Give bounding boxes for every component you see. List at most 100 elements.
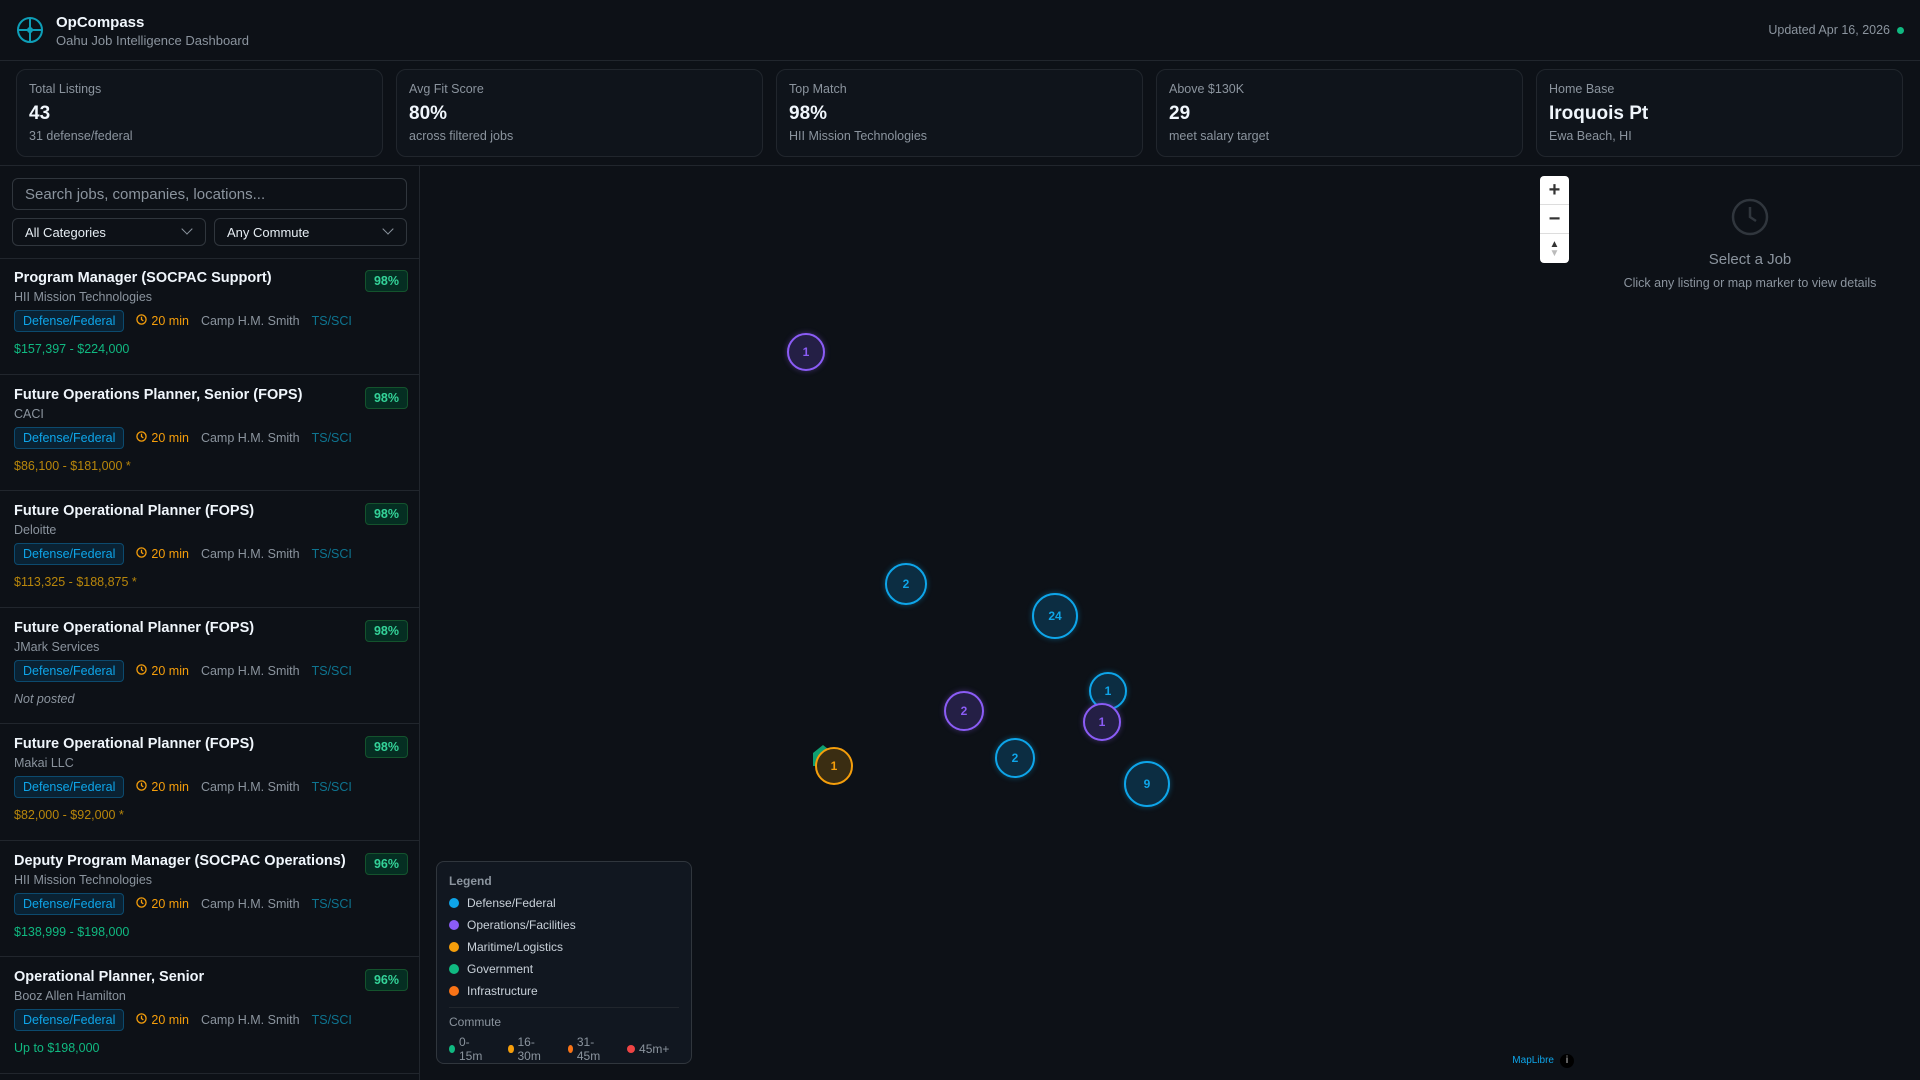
job-title: Deputy Program Manager (SOCPAC Operation… bbox=[14, 852, 346, 869]
commute-select-value: Any Commute bbox=[227, 225, 310, 240]
info-icon[interactable]: i bbox=[1560, 1054, 1574, 1068]
clearance-label: TS/SCI bbox=[311, 663, 352, 678]
legend-label: Maritime/Logistics bbox=[467, 940, 564, 954]
clock-icon bbox=[136, 896, 151, 911]
job-company: JMark Services bbox=[14, 639, 100, 654]
legend-label: Defense/Federal bbox=[467, 896, 556, 910]
job-list-item[interactable]: Future Operations Planner, Senior (FOPS)… bbox=[0, 375, 419, 491]
job-company: HII Mission Technologies bbox=[14, 290, 153, 304]
commute-time: 20 min bbox=[136, 897, 189, 911]
clock-icon bbox=[136, 547, 151, 561]
stat-label: Total Listings bbox=[29, 82, 102, 96]
job-location: Camp H.M. Smith bbox=[200, 1013, 300, 1027]
commute-time: 20 min bbox=[136, 664, 189, 678]
stats-row: Total Listings 43 31 defense/federal Avg F… bbox=[0, 61, 1920, 166]
app-subtitle: Oahu Job Intelligence Dashboard bbox=[56, 33, 249, 48]
job-location: Camp H.M. Smith bbox=[200, 780, 300, 794]
map-cluster-marker[interactable]: 1 bbox=[815, 747, 853, 785]
job-list-item[interactable]: Future Operational Planner (FOPS) Deloit… bbox=[0, 491, 419, 608]
fit-score-badge: 96% bbox=[364, 852, 408, 875]
map-cluster-marker[interactable]: 2 bbox=[944, 691, 984, 731]
map-cluster-marker[interactable]: 1 bbox=[1083, 703, 1121, 741]
zoom-in-button[interactable]: + bbox=[1540, 176, 1569, 205]
job-list-item[interactable]: Program Manager (SOCPAC Support) HII Mis… bbox=[0, 258, 419, 375]
map-zoom-controls: + − ▲ ▼ bbox=[1540, 176, 1569, 263]
legend-item: Operations/Facilities bbox=[449, 914, 679, 936]
job-list-item[interactable]: Future Operational Planner (FOPS) Makai … bbox=[0, 724, 419, 841]
legend-dot bbox=[449, 920, 459, 930]
compass-logo-icon bbox=[17, 17, 43, 43]
clearance-label: TS/SCI bbox=[311, 780, 352, 794]
commute-value: 20 min bbox=[151, 547, 189, 561]
legend-title: Legend bbox=[449, 874, 492, 888]
stat-label: Avg Fit Score bbox=[409, 82, 484, 96]
map-cluster-marker[interactable]: 2 bbox=[995, 738, 1035, 778]
legend-label: 16-30m bbox=[517, 1035, 541, 1063]
chevron-down-icon bbox=[181, 223, 193, 235]
commute-value: 20 min bbox=[151, 430, 189, 445]
job-location: Camp H.M. Smith bbox=[200, 547, 300, 561]
maplibre-attribution-link[interactable]: MapLibre bbox=[1512, 1055, 1554, 1066]
salary-range: $138,999 - $198,000 bbox=[14, 924, 130, 939]
fit-score-badge: 98% bbox=[364, 736, 408, 758]
clearance-label: TS/SCI bbox=[311, 896, 352, 911]
salary-range: Not posted bbox=[14, 691, 75, 706]
job-list-item[interactable]: Future Operational Planner (FOPS) JMark … bbox=[0, 608, 419, 724]
job-list-panel: Search jobs, companies, locations... All… bbox=[0, 166, 420, 1080]
job-company: Booz Allen Hamilton bbox=[14, 989, 126, 1003]
map-legend: Legend Defense/Federal Operations/Facilit… bbox=[436, 861, 692, 1064]
map-cluster-marker[interactable]: 9 bbox=[1124, 761, 1170, 807]
job-list-item[interactable]: Operational Planner, Senior Booz Allen H… bbox=[0, 957, 419, 1074]
job-location: Camp H.M. Smith bbox=[200, 896, 300, 911]
job-title: Future Operational Planner (FOPS) bbox=[14, 503, 255, 519]
clearance-label: TS/SCI bbox=[311, 314, 352, 328]
commute-legend-item: 45m+ bbox=[627, 1035, 681, 1063]
search-input[interactable]: Search jobs, companies, locations... bbox=[12, 178, 407, 210]
job-title: Future Operations Planner, Senior (FOPS) bbox=[14, 386, 303, 403]
map-cluster-marker[interactable]: 1 bbox=[787, 333, 825, 371]
compass-reset-button[interactable]: ▲ ▼ bbox=[1540, 234, 1569, 263]
commute-legend-item: 0-15m bbox=[449, 1035, 496, 1063]
job-company: CACI bbox=[14, 406, 44, 421]
map-cluster-marker[interactable]: 24 bbox=[1032, 593, 1078, 639]
header: OpCompass Oahu Job Intelligence Dashboar… bbox=[0, 0, 1920, 61]
commute-select[interactable]: Any Commute bbox=[214, 218, 407, 246]
map-cluster-marker[interactable]: 2 bbox=[885, 563, 927, 605]
clock-icon bbox=[136, 430, 151, 445]
legend-label: 45m+ bbox=[639, 1042, 670, 1056]
legend-item: Infrastructure bbox=[449, 980, 679, 1002]
divider bbox=[449, 1007, 679, 1008]
category-select[interactable]: All Categories bbox=[12, 218, 206, 246]
job-location: Camp H.M. Smith bbox=[200, 430, 300, 445]
updated-timestamp: Updated Apr 16, 2026 bbox=[1768, 23, 1890, 37]
legend-dot bbox=[627, 1045, 636, 1053]
commute-value: 20 min bbox=[151, 314, 189, 328]
stat-label: Above $130K bbox=[1169, 82, 1245, 96]
commute-time: 20 min bbox=[136, 780, 189, 794]
salary-range: Up to $198,000 bbox=[14, 1041, 100, 1055]
legend-item: Government bbox=[449, 958, 679, 980]
map[interactable]: + − ▲ ▼ 1 2 24 1 2 1 2 9 1 Legend Defense/Federal… bbox=[420, 166, 1580, 1080]
legend-dot bbox=[567, 1045, 573, 1053]
category-tag: Defense/Federal bbox=[14, 426, 125, 449]
stat-value: Iroquois Pt bbox=[1549, 103, 1649, 124]
salary-range: $82,000 - $92,000 * bbox=[14, 808, 124, 822]
chevron-down-icon bbox=[382, 223, 394, 235]
job-list-item[interactable]: Deputy Program Manager (SOCPAC Operation… bbox=[0, 841, 419, 957]
job-title: Program Manager (SOCPAC Support) bbox=[14, 270, 272, 286]
salary-range: $157,397 - $224,000 bbox=[14, 342, 130, 356]
zoom-out-button[interactable]: − bbox=[1540, 205, 1569, 234]
stat-value: 80% bbox=[409, 103, 448, 124]
commute-time: 20 min bbox=[136, 547, 189, 561]
salary-range: $113,325 - $188,875 * bbox=[14, 575, 137, 589]
stat-top-match: Top Match 98% HII Mission Technologies bbox=[776, 69, 1143, 157]
job-location: Camp H.M. Smith bbox=[200, 314, 300, 328]
legend-dot bbox=[508, 1045, 514, 1053]
stat-sub: HII Mission Technologies bbox=[789, 129, 928, 143]
stat-total-listings: Total Listings 43 31 defense/federal bbox=[16, 69, 383, 157]
clock-icon bbox=[136, 1013, 151, 1027]
category-tag: Defense/Federal bbox=[14, 776, 125, 798]
legend-label: 0-15m bbox=[458, 1035, 483, 1063]
clock-icon bbox=[1731, 198, 1769, 236]
stat-home-base: Home Base Iroquois Pt Ewa Beach, HI bbox=[1536, 69, 1903, 157]
